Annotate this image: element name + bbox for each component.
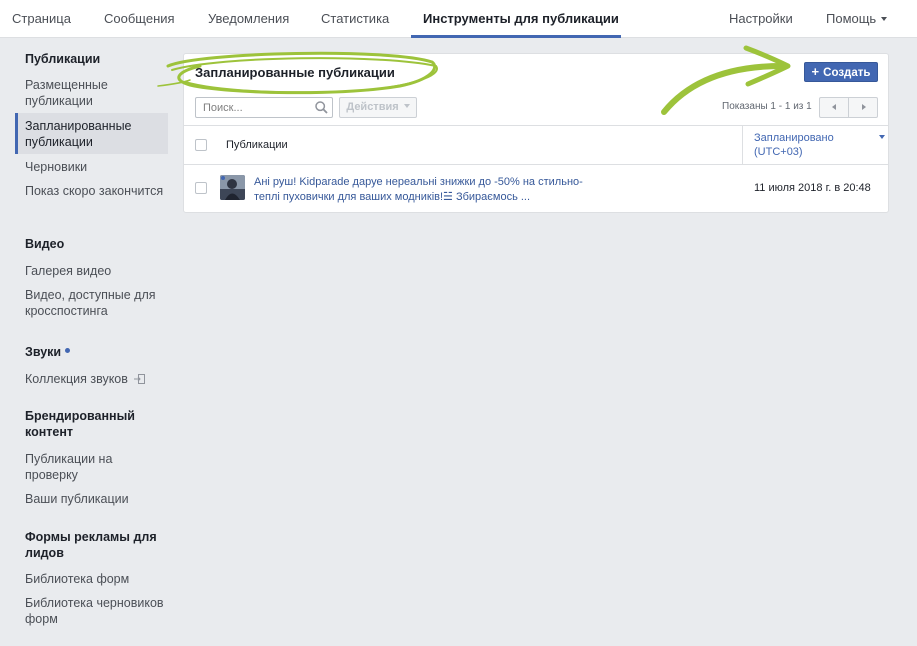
tab-settings[interactable]: Настройки xyxy=(729,0,793,38)
table-header: Публикации Запланировано (UTC+03) xyxy=(184,125,888,165)
pagination-summary: Показаны 1 - 1 из 1 xyxy=(722,101,812,112)
tab-publishing-tools[interactable]: Инструменты для публикации xyxy=(423,0,619,38)
chevron-down-icon xyxy=(881,16,888,21)
post-thumbnail[interactable] xyxy=(220,175,245,200)
page-title: Запланированные публикации xyxy=(195,65,395,80)
column-header-publications[interactable]: Публикации xyxy=(226,139,288,151)
sidebar: Публикации Размещенные публикации Заплан… xyxy=(0,38,170,646)
sidebar-item-forms-library[interactable]: Библиотека форм xyxy=(25,571,165,587)
sort-desc-icon xyxy=(879,135,885,139)
sidebar-sounds-title: Звуки xyxy=(25,345,62,359)
chevron-left-icon xyxy=(832,104,836,110)
tab-notifications[interactable]: Уведомления xyxy=(208,0,289,38)
plus-icon: + xyxy=(811,64,820,79)
sidebar-section-sounds: Звуки xyxy=(25,344,165,360)
create-button[interactable]: + Создать xyxy=(804,62,878,82)
sidebar-item-your-posts[interactable]: Ваши публикации xyxy=(25,491,165,507)
help-label: Помощь xyxy=(826,11,877,26)
sidebar-section-lead-ads-forms: Формы рекламы для лидов xyxy=(25,530,157,560)
top-navigation: Страница Сообщения Уведомления Статистик… xyxy=(0,0,917,38)
scheduled-posts-panel: Запланированные публикации +Создать Дейс… xyxy=(183,53,889,213)
previous-page-button[interactable] xyxy=(820,98,849,117)
sidebar-item-draft-forms-library[interactable]: Библиотека черновиков форм xyxy=(25,595,165,627)
column-header-scheduled-label: Запланировано (UTC+03) xyxy=(754,132,834,158)
actions-label: Действия xyxy=(346,101,399,113)
chevron-down-icon xyxy=(403,104,410,109)
search-field[interactable] xyxy=(195,97,333,118)
row-checkbox[interactable] xyxy=(195,182,207,194)
external-link-icon xyxy=(133,372,145,388)
sidebar-item-video-library[interactable]: Галерея видео xyxy=(25,263,165,279)
column-header-scheduled[interactable]: Запланировано (UTC+03) xyxy=(742,126,888,164)
sidebar-item-published-posts[interactable]: Размещенные публикации xyxy=(25,77,165,109)
tab-page[interactable]: Страница xyxy=(12,0,71,38)
active-tab-indicator xyxy=(411,35,621,38)
tab-messages[interactable]: Сообщения xyxy=(104,0,175,38)
new-indicator-dot xyxy=(65,348,71,354)
next-page-button[interactable] xyxy=(849,98,878,117)
sidebar-item-expiring-posts[interactable]: Показ скоро закончится xyxy=(25,183,165,199)
sidebar-section-video: Видео xyxy=(25,237,65,251)
actions-dropdown[interactable]: Действия xyxy=(339,97,417,118)
sidebar-section-branded-content: Брендированный контент xyxy=(25,409,135,439)
select-all-checkbox[interactable] xyxy=(195,139,207,151)
search-input[interactable] xyxy=(196,98,312,117)
help-menu[interactable]: Помощь xyxy=(826,0,888,38)
pagination-controls xyxy=(819,97,878,118)
sidebar-item-crossposting-videos[interactable]: Видео, доступные для кросспостинга xyxy=(25,287,165,319)
sidebar-item-drafts[interactable]: Черновики xyxy=(25,159,165,175)
sidebar-item-scheduled-posts[interactable]: Запланированные публикации xyxy=(25,118,165,150)
search-icon[interactable] xyxy=(315,101,328,117)
chevron-right-icon xyxy=(862,104,866,110)
table-row[interactable]: Ані руш! Kidparade даруе нереальні знижк… xyxy=(184,165,888,211)
sidebar-item-label: Коллекция звуков xyxy=(25,372,128,386)
create-button-label: Создать xyxy=(823,67,871,79)
sidebar-item-posts-for-review[interactable]: Публикации на проверку xyxy=(25,451,165,483)
sidebar-section-posts: Публикации xyxy=(25,52,101,66)
sidebar-item-sound-collection[interactable]: Коллекция звуков xyxy=(25,371,165,388)
post-preview-text[interactable]: Ані руш! Kidparade даруе нереальні знижк… xyxy=(254,175,584,205)
tab-insights[interactable]: Статистика xyxy=(321,0,389,38)
scheduled-date: 11 июля 2018 г. в 20:48 xyxy=(754,182,871,194)
